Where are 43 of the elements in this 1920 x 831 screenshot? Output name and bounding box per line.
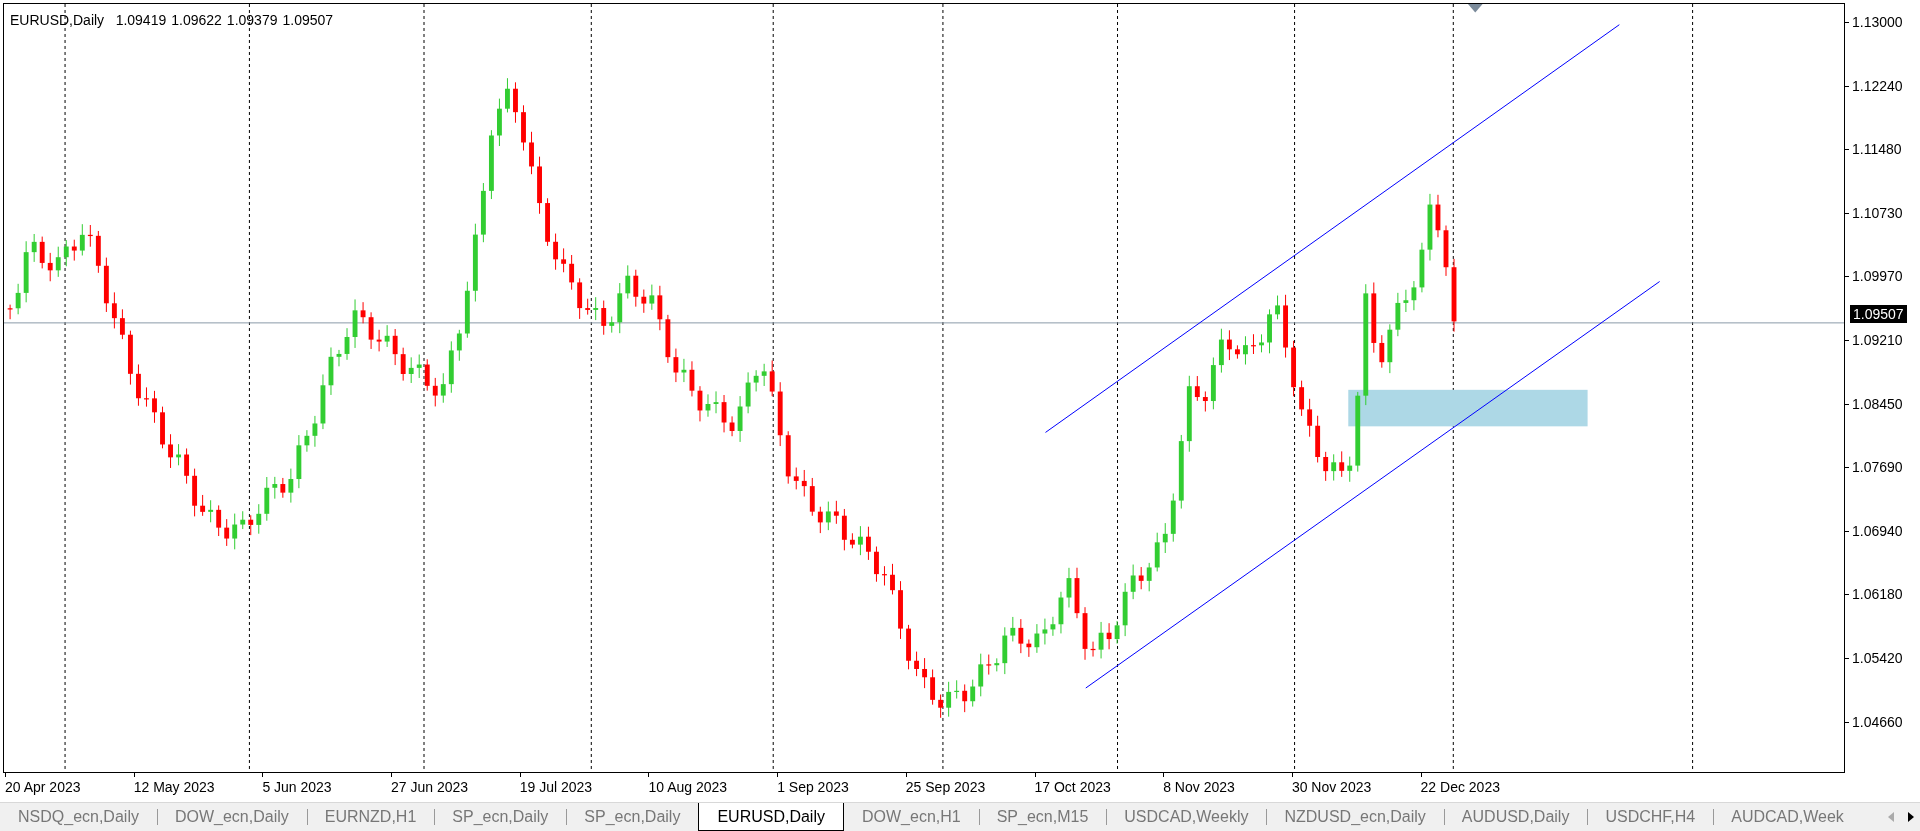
date-label: 19 Jul 2023: [519, 773, 649, 802]
price-label: 1.11480: [1845, 140, 1920, 160]
date-label: 12 May 2023: [133, 773, 263, 802]
date-label: 17 Oct 2023: [1034, 773, 1164, 802]
chart-tab[interactable]: USDCAD,Weekly: [1106, 803, 1267, 831]
price-label: 1.09970: [1845, 267, 1920, 287]
date-label: 30 Nov 2023: [1291, 773, 1421, 802]
price-label: 1.09210: [1845, 330, 1920, 350]
chart-tab[interactable]: DOW_ecn,H1: [844, 803, 979, 831]
chart-tab[interactable]: SP_ecn,M15: [978, 803, 1107, 831]
price-label: 1.04660: [1845, 712, 1920, 732]
price-label: 1.13000: [1845, 13, 1920, 32]
price-label: 1.06180: [1845, 585, 1920, 605]
date-label: 22 Dec 2023: [1420, 773, 1550, 802]
chart-symbol: EURUSD,Daily: [10, 11, 105, 30]
chart-tab[interactable]: SP_ecn,Daily: [566, 803, 699, 831]
chart-tab[interactable]: AUDCAD,Week: [1713, 803, 1862, 831]
date-label: 20 Apr 2023: [5, 773, 134, 802]
price-label: 1.05420: [1845, 648, 1920, 668]
date-label: 27 Jun 2023: [391, 773, 520, 802]
chart-tab[interactable]: NZDUSD_ecn,Daily: [1266, 803, 1444, 831]
ohlc-value: 1.09622: [171, 11, 222, 30]
chart-tab[interactable]: EURNZD,H1: [306, 803, 435, 831]
chart-tab[interactable]: EURUSD,Daily: [698, 803, 844, 831]
ohlc-value: 1.09507: [282, 11, 334, 30]
date-label: 10 Aug 2023: [648, 773, 778, 802]
price-label: 1.07690: [1845, 458, 1920, 478]
chart-tab[interactable]: DOW_ecn,Daily: [156, 803, 307, 831]
price-label: 1.12240: [1845, 76, 1920, 96]
chart-tab[interactable]: AUDUSD,Daily: [1443, 803, 1588, 831]
price-label: 1.06940: [1845, 521, 1920, 541]
date-label: 25 Sep 2023: [905, 773, 1035, 802]
price-label: 1.10730: [1845, 203, 1920, 223]
chart-tab[interactable]: NSDQ_ecn,Daily: [0, 803, 157, 831]
ohlc-value: 1.09419: [115, 11, 167, 30]
chart-tab[interactable]: SP_ecn,Daily: [434, 803, 567, 831]
ohlc-value: 1.09379: [226, 11, 278, 30]
date-label: 1 Sep 2023: [777, 773, 906, 802]
date-label: 8 Nov 2023: [1163, 773, 1292, 802]
chart-tab[interactable]: USDCHF,H4: [1587, 803, 1714, 831]
date-label: 5 Jun 2023: [262, 773, 392, 802]
price-label: 1.08450: [1845, 394, 1920, 414]
current-price-label: 1.09507: [1850, 305, 1907, 323]
